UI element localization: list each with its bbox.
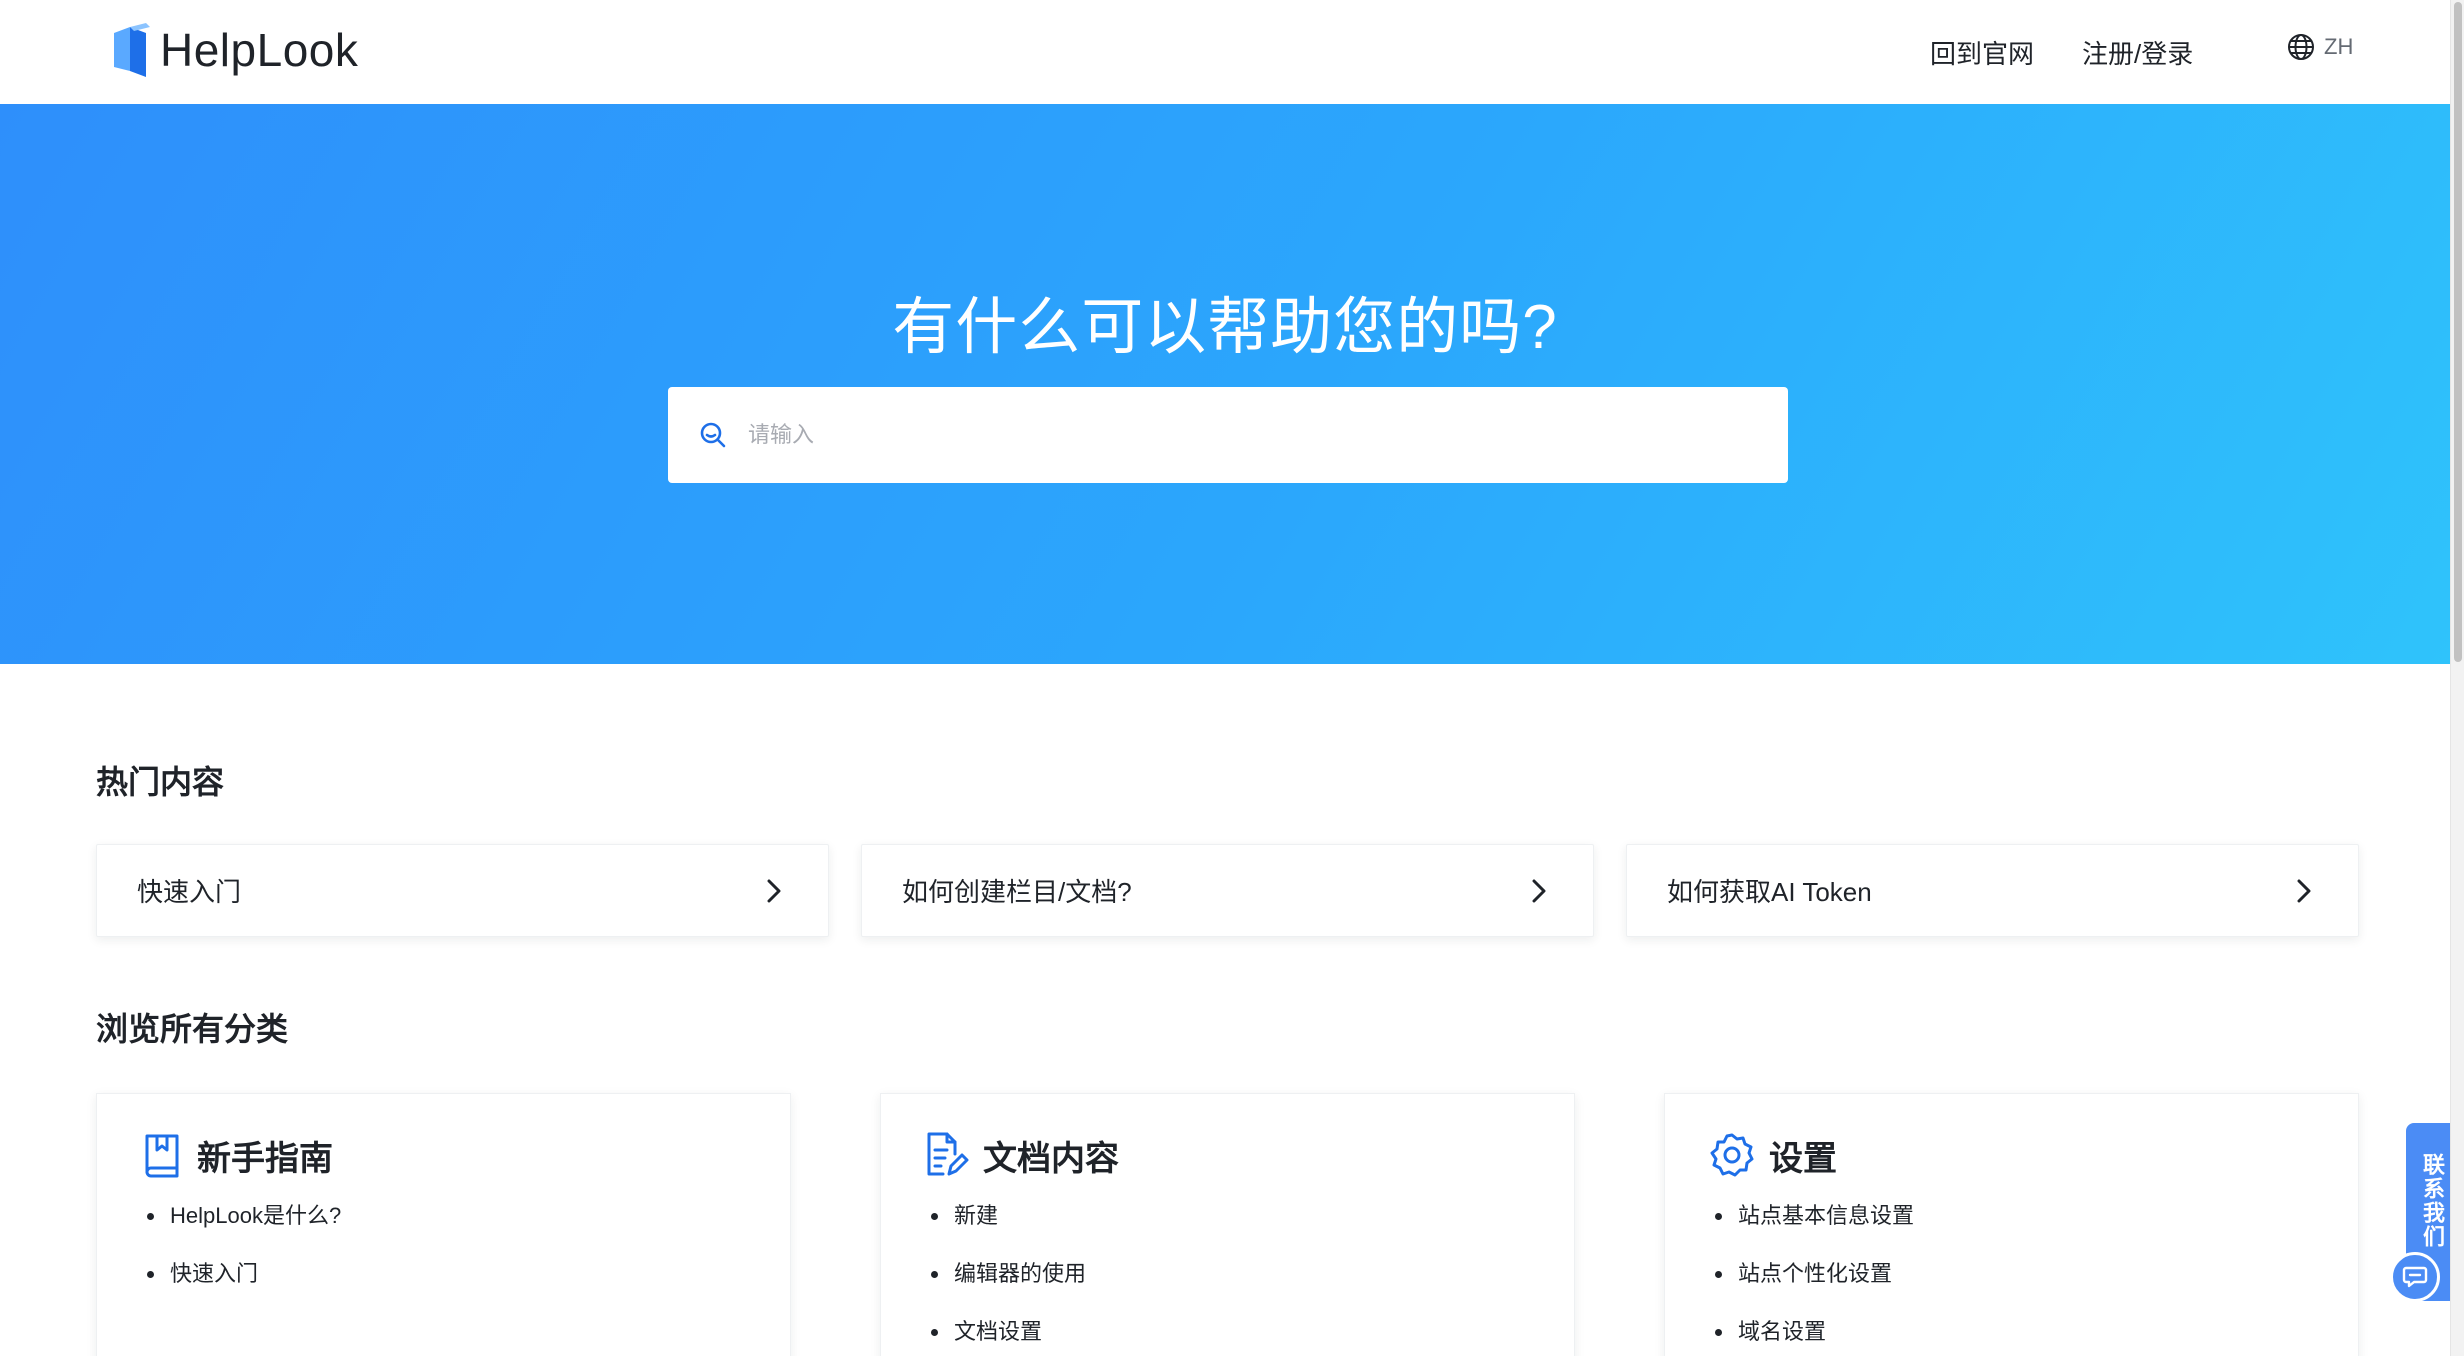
category-card-document-content: 文档内容 新建 编辑器的使用 文档设置 [880,1093,1575,1356]
logo-text: HelpLook [160,24,359,76]
nav-login-link[interactable]: 注册/登录 [2082,34,2193,71]
category-link-list: 新建 编辑器的使用 文档设置 [925,1194,1574,1356]
hot-item-label: 快速入门 [137,877,242,907]
category-link[interactable]: 文档设置 [925,1310,1574,1356]
page-scrollbar[interactable] [2450,0,2464,1356]
hot-item-label: 如何获取AI Token [1667,877,1872,907]
search-icon [700,422,726,448]
contact-us-label: 联系我们 [2420,1153,2445,1249]
category-card-beginner-guide: 新手指南 HelpLook是什么? 快速入门 [96,1093,791,1356]
all-categories-title: 浏览所有分类 [96,1011,289,1047]
category-card-settings: 设置 站点基本信息设置 站点个性化设置 域名设置 [1664,1093,2359,1356]
category-link[interactable]: 站点基本信息设置 [1709,1194,2358,1252]
category-name: 新手指南 [197,1139,333,1178]
language-label: ZH [2324,34,2354,59]
search-box[interactable] [668,387,1788,483]
search-input[interactable] [748,405,1788,465]
settings-icon [1710,1133,1754,1177]
hot-item-create-column[interactable]: 如何创建栏目/文档? [861,844,1594,937]
category-link-list: 站点基本信息设置 站点个性化设置 域名设置 [1709,1194,2358,1356]
document-edit-icon [927,1132,969,1176]
category-name: 设置 [1769,1139,1837,1178]
category-name: 文档内容 [983,1139,1119,1178]
chevron-right-icon [1532,879,1546,902]
logo[interactable]: HelpLook [110,20,358,80]
hot-content-title: 热门内容 [96,764,225,800]
globe-icon [2288,34,2314,60]
hero-banner: 有什么可以帮助您的吗? [0,104,2450,664]
category-header[interactable]: 文档内容 [925,1130,1574,1180]
chevron-right-icon [767,879,781,902]
category-header[interactable]: 设置 [1709,1130,2358,1180]
category-link[interactable]: 新建 [925,1194,1574,1252]
helplook-logo-icon [110,21,152,79]
book-icon [145,1134,179,1178]
chat-bubble-icon[interactable] [2390,1252,2440,1302]
category-header[interactable]: 新手指南 [141,1130,790,1180]
category-link[interactable]: 快速入门 [141,1252,790,1310]
category-link[interactable]: HelpLook是什么? [141,1194,790,1252]
hot-item-ai-token[interactable]: 如何获取AI Token [1626,844,2359,937]
hot-item-label: 如何创建栏目/文档? [902,877,1132,907]
scrollbar-thumb[interactable] [2454,2,2462,662]
hero-title: 有什么可以帮助您的吗? [892,293,1558,362]
chevron-right-icon [2297,879,2311,902]
category-link[interactable]: 编辑器的使用 [925,1252,1574,1310]
top-header: HelpLook 回到官网 注册/登录 ZH [0,0,2450,104]
category-link-list: HelpLook是什么? 快速入门 [141,1194,790,1310]
hot-item-quick-start[interactable]: 快速入门 [96,844,829,937]
nav-home-link[interactable]: 回到官网 [1930,34,2034,71]
language-switcher[interactable]: ZH [2286,32,2353,62]
category-link[interactable]: 域名设置 [1709,1310,2358,1356]
category-link[interactable]: 站点个性化设置 [1709,1252,2358,1310]
